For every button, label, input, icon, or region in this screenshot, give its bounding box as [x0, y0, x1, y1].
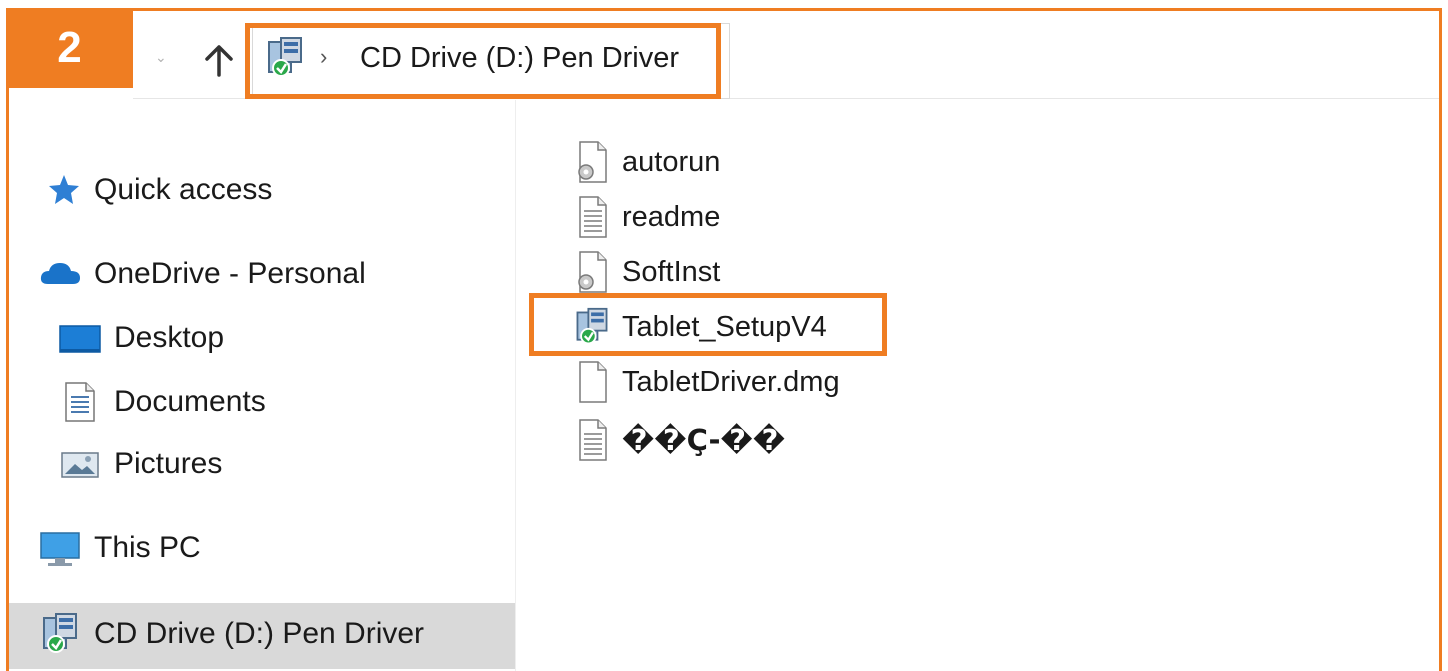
file-callout-box	[529, 293, 887, 356]
file-item-autorun[interactable]: autorun	[572, 140, 720, 184]
file-name: ��Ç-��	[622, 423, 786, 457]
file-item-tablet-driver-dmg[interactable]: TabletDriver.dmg	[572, 360, 840, 404]
sidebar-item-label: OneDrive - Personal	[94, 257, 366, 290]
cloud-icon	[38, 252, 82, 296]
sidebar-item-label: Pictures	[114, 447, 223, 480]
up-arrow-icon[interactable]	[199, 41, 239, 81]
sidebar-item-label: Quick access	[94, 173, 273, 206]
file-name: SoftInst	[622, 255, 721, 288]
sidebar-item-onedrive[interactable]: OneDrive - Personal	[38, 252, 366, 296]
setup-installer-icon	[38, 612, 82, 656]
file-item-readme[interactable]: readme	[572, 195, 720, 239]
monitor-icon	[38, 526, 82, 570]
step-badge: 2	[6, 8, 133, 88]
pictures-icon	[58, 442, 102, 486]
desktop-icon	[58, 316, 102, 360]
sidebar-item-quick-access[interactable]: Quick access	[42, 170, 272, 210]
sidebar-item-pictures[interactable]: Pictures	[58, 442, 222, 486]
chevron-down-icon[interactable]: ⌄	[155, 49, 167, 66]
sidebar-item-label: Documents	[114, 385, 266, 418]
sidebar-item-label: This PC	[94, 531, 201, 564]
text-file-icon	[572, 418, 612, 462]
settings-file-icon	[572, 140, 612, 184]
settings-file-icon	[572, 250, 612, 294]
sidebar-item-label: Desktop	[114, 321, 225, 354]
sidebar-item-cd-drive[interactable]: CD Drive (D:) Pen Driver	[38, 612, 424, 656]
file-name: readme	[622, 200, 721, 233]
file-name: autorun	[622, 145, 721, 178]
file-item-softinst[interactable]: SoftInst	[572, 250, 720, 294]
star-icon	[42, 170, 82, 210]
address-callout-box	[245, 23, 721, 99]
file-item-garbled-name[interactable]: ��Ç-��	[572, 418, 785, 462]
sidebar-item-label: CD Drive (D:) Pen Driver	[94, 617, 425, 650]
sidebar-item-desktop[interactable]: Desktop	[58, 316, 224, 360]
sidebar-item-documents[interactable]: Documents	[58, 380, 266, 424]
blank-file-icon	[572, 360, 612, 404]
document-icon	[58, 380, 102, 424]
text-file-icon	[572, 195, 612, 239]
sidebar-item-this-pc[interactable]: This PC	[38, 526, 201, 570]
file-name: TabletDriver.dmg	[622, 365, 840, 398]
